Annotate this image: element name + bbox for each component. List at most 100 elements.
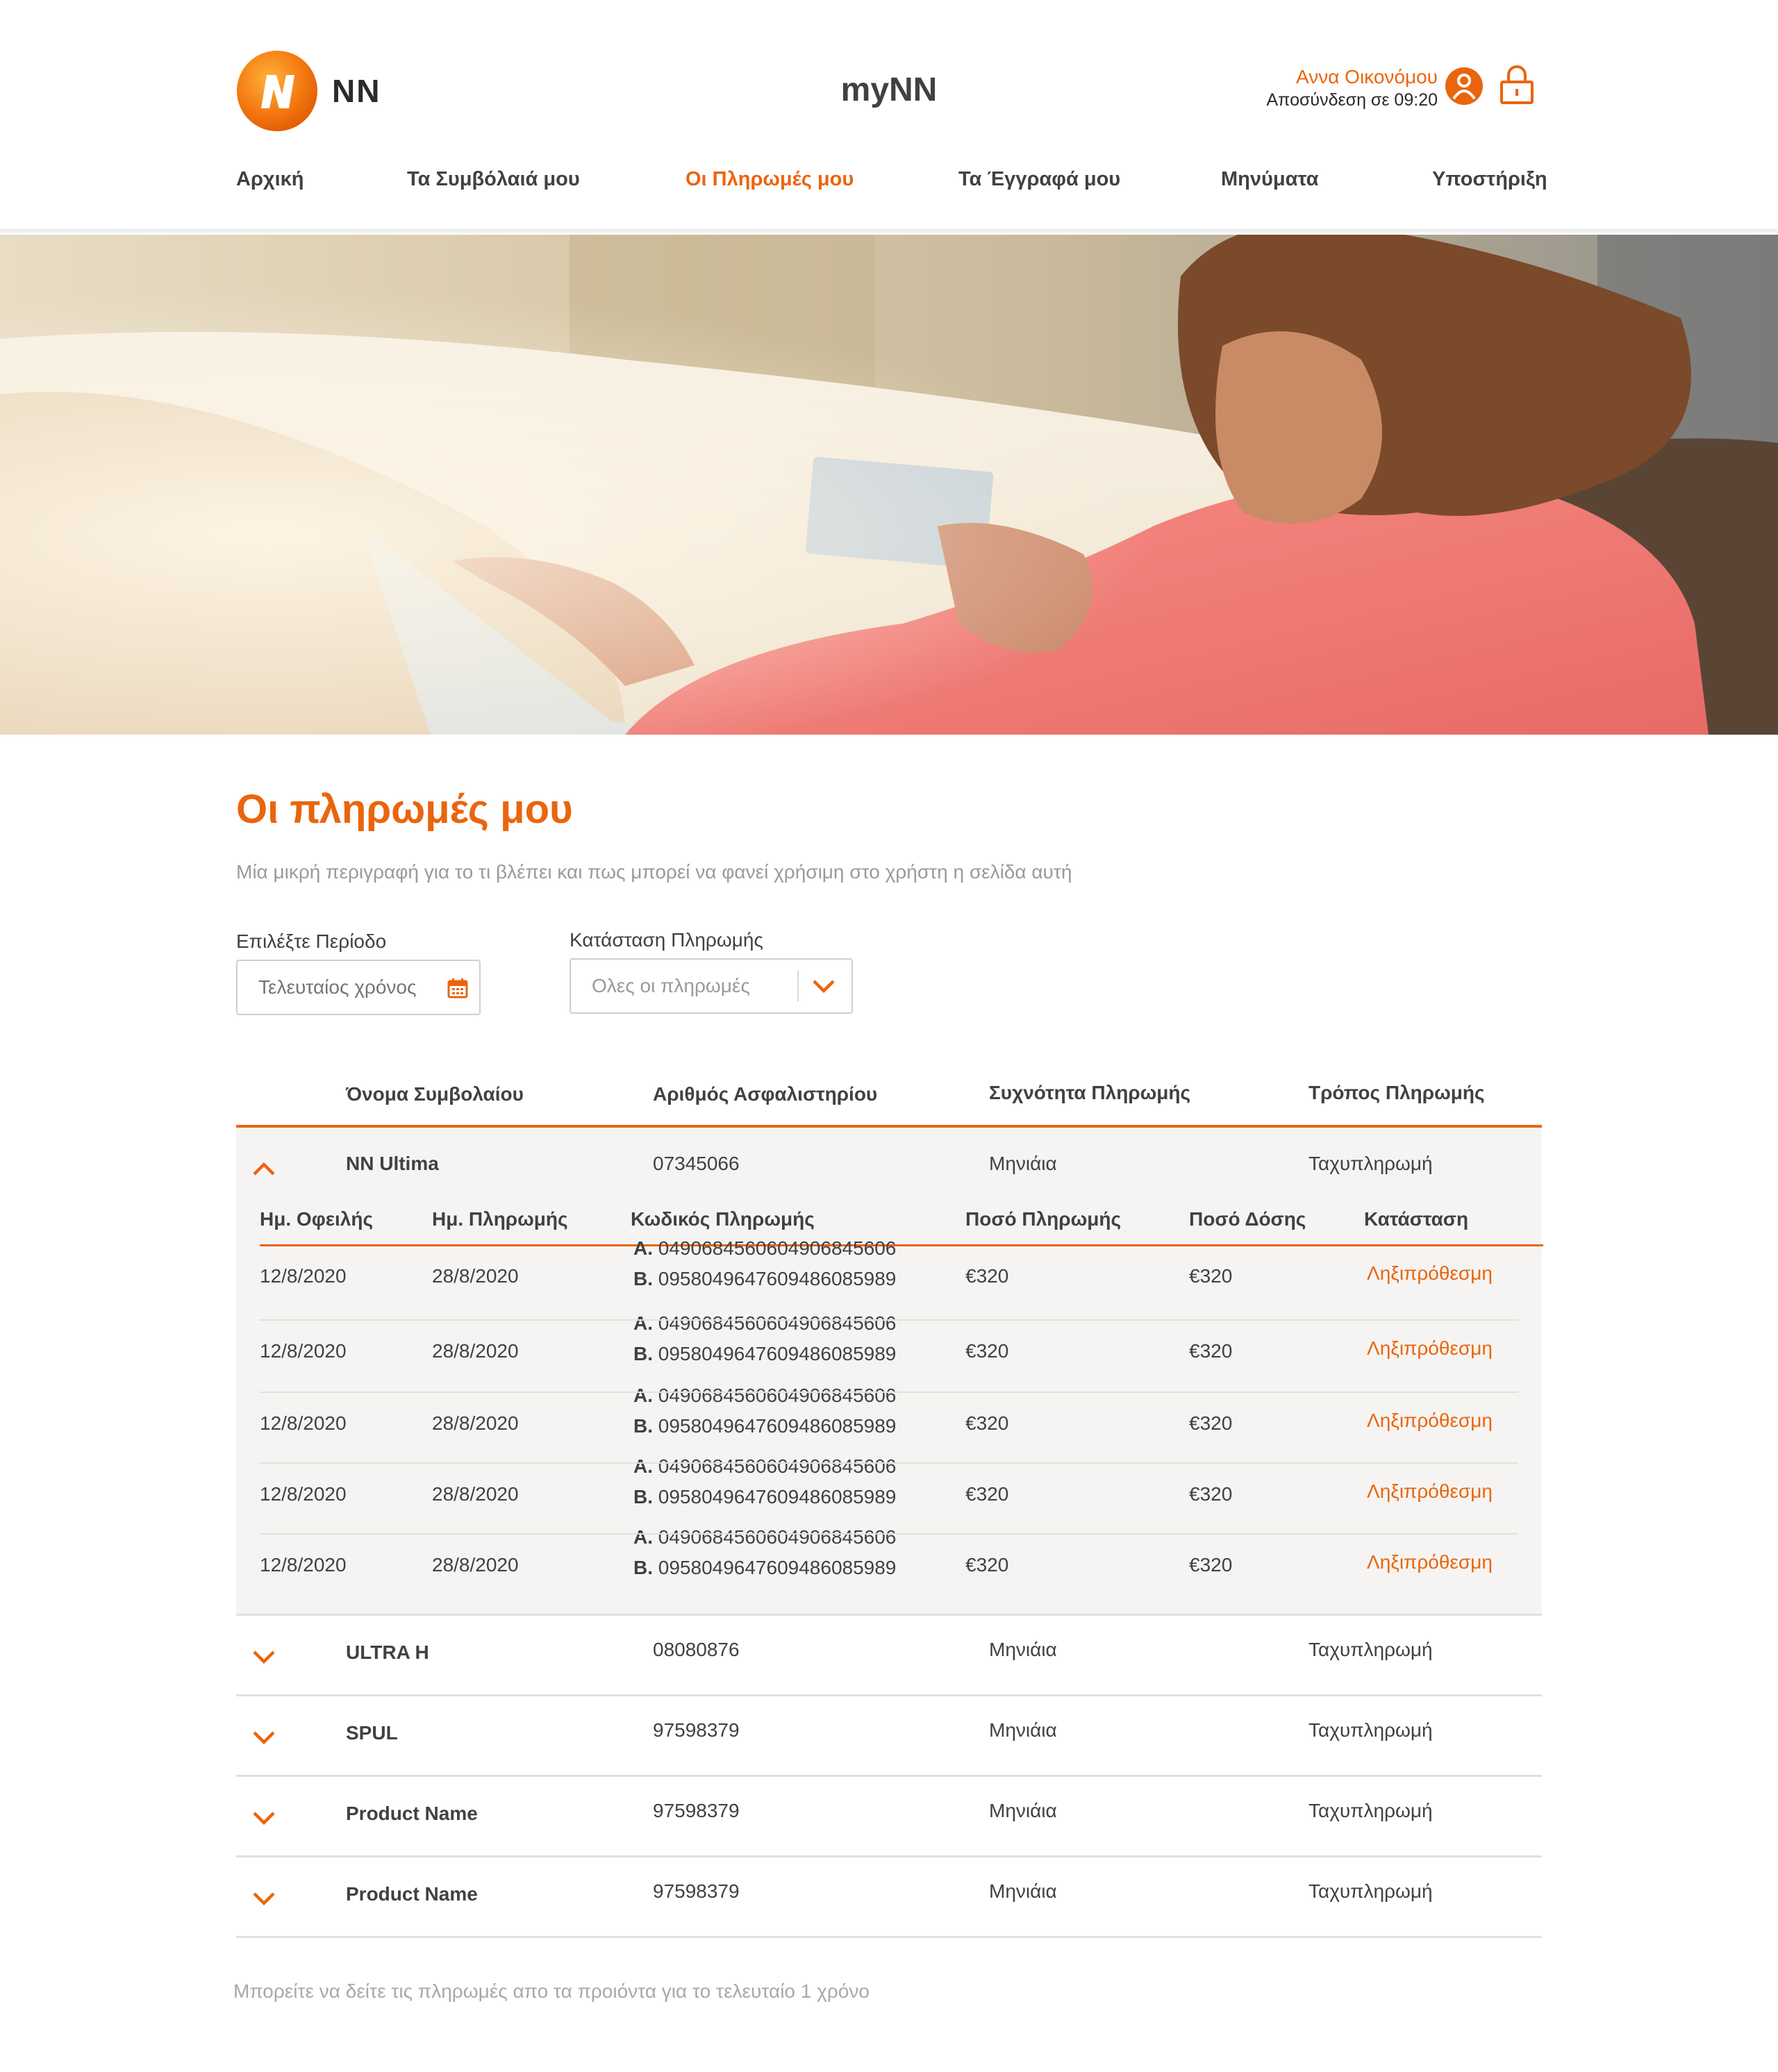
logo-wordmark: NN xyxy=(332,73,381,109)
pay-date: 28/8/2020 xyxy=(432,1554,519,1576)
code-b: 0958049647609486085989 xyxy=(658,1268,897,1289)
subcol-header-pay-date: Ημ. Πληρωμής xyxy=(432,1208,568,1230)
code-a-label: A. xyxy=(633,1312,653,1334)
policy-number: 07345066 xyxy=(653,1153,740,1174)
nn-logo[interactable]: NN xyxy=(236,50,381,132)
payment-row-divider xyxy=(260,1392,1518,1393)
header-divider xyxy=(0,229,1778,235)
payment-status[interactable]: Ληξιπρόθεσμη xyxy=(1367,1410,1493,1432)
payment-method: Ταχυπληρωμή xyxy=(1308,1153,1433,1174)
payment-frequency: Μηνιάια xyxy=(989,1880,1057,1902)
select-divider xyxy=(797,971,799,1001)
row-divider xyxy=(236,1694,1542,1696)
code-a-label: A. xyxy=(633,1237,653,1259)
installment-amount: €320 xyxy=(1189,1265,1233,1287)
col-header-policy-name: Όνομα Συμβολαίου xyxy=(346,1083,524,1105)
payment-code: A. 0490684560604906845606 B. 095804964760… xyxy=(633,1233,896,1294)
col-header-method: Τρόπος Πληρωμής xyxy=(1308,1082,1485,1103)
payment-method: Ταχυπληρωμή xyxy=(1308,1639,1433,1660)
hero-illustration xyxy=(0,235,1778,735)
payment-status[interactable]: Ληξιπρόθεσμη xyxy=(1367,1262,1493,1285)
payment-frequency: Μηνιάια xyxy=(989,1800,1057,1821)
code-b-label: B. xyxy=(633,1343,653,1364)
policy-name: Product Name xyxy=(346,1883,478,1905)
code-b-label: B. xyxy=(633,1415,653,1437)
code-a: 0490684560604906845606 xyxy=(658,1526,897,1548)
user-name[interactable]: Αννα Οικονόμου xyxy=(1267,65,1438,89)
code-b: 0958049647609486085989 xyxy=(658,1557,897,1578)
policy-number: 97598379 xyxy=(653,1800,740,1821)
payment-status[interactable]: Ληξιπρόθεσμη xyxy=(1367,1480,1493,1503)
policy-number: 97598379 xyxy=(653,1880,740,1902)
payment-status[interactable]: Ληξιπρόθεσμη xyxy=(1367,1551,1493,1573)
payment-amount: €320 xyxy=(965,1554,1009,1576)
payment-status[interactable]: Ληξιπρόθεσμη xyxy=(1367,1337,1493,1360)
nav-policies[interactable]: Τα Συμβόλαιά μου xyxy=(407,168,580,191)
nav-home[interactable]: Αρχική xyxy=(236,168,304,191)
chevron-up-icon[interactable] xyxy=(251,1161,276,1178)
logout-lock-icon[interactable] xyxy=(1497,64,1536,106)
installment-amount: €320 xyxy=(1189,1554,1233,1576)
policy-name: SPUL xyxy=(346,1722,398,1744)
user-info: Αννα Οικονόμου Αποσύνδεση σε 09:20 xyxy=(1267,65,1438,111)
payment-code: A. 0490684560604906845606 B. 095804964760… xyxy=(633,1308,896,1369)
code-a-label: A. xyxy=(633,1385,653,1406)
pay-date: 28/8/2020 xyxy=(432,1340,519,1362)
user-avatar-icon[interactable] xyxy=(1445,67,1484,106)
code-a-label: A. xyxy=(633,1455,653,1477)
policy-number: 08080876 xyxy=(653,1639,740,1660)
hero-image xyxy=(0,235,1778,735)
due-date: 12/8/2020 xyxy=(260,1265,347,1287)
nav-documents[interactable]: Τα Έγγραφά μου xyxy=(958,168,1120,191)
chevron-down-icon[interactable] xyxy=(251,1810,276,1826)
nav-support[interactable]: Υποστήριξη xyxy=(1432,168,1547,191)
subcol-header-installment: Ποσό Δόσης xyxy=(1189,1208,1306,1230)
due-date: 12/8/2020 xyxy=(260,1483,347,1505)
subcol-header-status: Κατάσταση xyxy=(1364,1208,1469,1230)
logout-timer: Αποσύνδεση σε 09:20 xyxy=(1266,90,1438,110)
nav-messages[interactable]: Μηνύματα xyxy=(1221,168,1318,191)
code-b: 0958049647609486085989 xyxy=(658,1486,897,1507)
payment-amount: €320 xyxy=(965,1483,1009,1505)
payment-row-divider xyxy=(260,1319,1518,1321)
subcol-header-code: Κωδικός Πληρωμής xyxy=(631,1208,815,1230)
period-picker[interactable] xyxy=(236,960,481,1015)
site-header: NN myNN Αννα Οικονόμου Αποσύνδεση σε 09:… xyxy=(0,0,1778,233)
code-b-label: B. xyxy=(633,1557,653,1578)
pay-date: 28/8/2020 xyxy=(432,1265,519,1287)
payment-amount: €320 xyxy=(965,1340,1009,1362)
payment-row-divider xyxy=(260,1462,1518,1464)
pay-date: 28/8/2020 xyxy=(432,1483,519,1505)
code-a: 0490684560604906845606 xyxy=(658,1237,897,1259)
period-input[interactable] xyxy=(258,976,432,999)
row-divider xyxy=(236,1936,1542,1938)
code-b-label: B. xyxy=(633,1486,653,1507)
due-date: 12/8/2020 xyxy=(260,1340,347,1362)
subcol-header-amount: Ποσό Πληρωμής xyxy=(965,1208,1122,1230)
payment-row-divider xyxy=(260,1533,1518,1535)
footer-note: Μπορείτε να δείτε τις πληρωμές απο τα πρ… xyxy=(233,1980,870,2002)
payment-method: Ταχυπληρωμή xyxy=(1308,1719,1433,1741)
chevron-down-icon[interactable] xyxy=(251,1648,276,1665)
subheader-underline xyxy=(260,1244,1543,1246)
status-select[interactable]: Ολες οι πληρωμές xyxy=(570,958,853,1014)
installment-amount: €320 xyxy=(1189,1412,1233,1434)
code-a-label: A. xyxy=(633,1526,653,1548)
calendar-icon[interactable] xyxy=(447,978,468,999)
payment-frequency: Μηνιάια xyxy=(989,1639,1057,1660)
nav-payments[interactable]: Οι Πληρωμές μου xyxy=(686,168,854,191)
chevron-down-icon[interactable] xyxy=(251,1890,276,1907)
policy-name: Product Name xyxy=(346,1803,478,1824)
policy-name: NN Ultima xyxy=(346,1153,439,1174)
period-filter-label: Επιλέξτε Περίοδο xyxy=(236,930,387,952)
chevron-down-icon[interactable] xyxy=(251,1729,276,1746)
code-b-label: B. xyxy=(633,1268,653,1289)
payment-amount: €320 xyxy=(965,1412,1009,1434)
page-description: Μία μικρή περιγραφή για το τι βλέπει και… xyxy=(236,861,1072,883)
main-nav: Αρχική Τα Συμβόλαιά μου Οι Πληρωμές μου … xyxy=(236,168,1547,196)
chevron-down-icon[interactable] xyxy=(811,978,836,994)
payment-frequency: Μηνιάια xyxy=(989,1719,1057,1741)
subcol-header-due-date: Ημ. Οφειλής xyxy=(260,1208,374,1230)
payment-code: A. 0490684560604906845606 B. 095804964760… xyxy=(633,1451,896,1512)
app-title: myNN xyxy=(840,72,938,108)
